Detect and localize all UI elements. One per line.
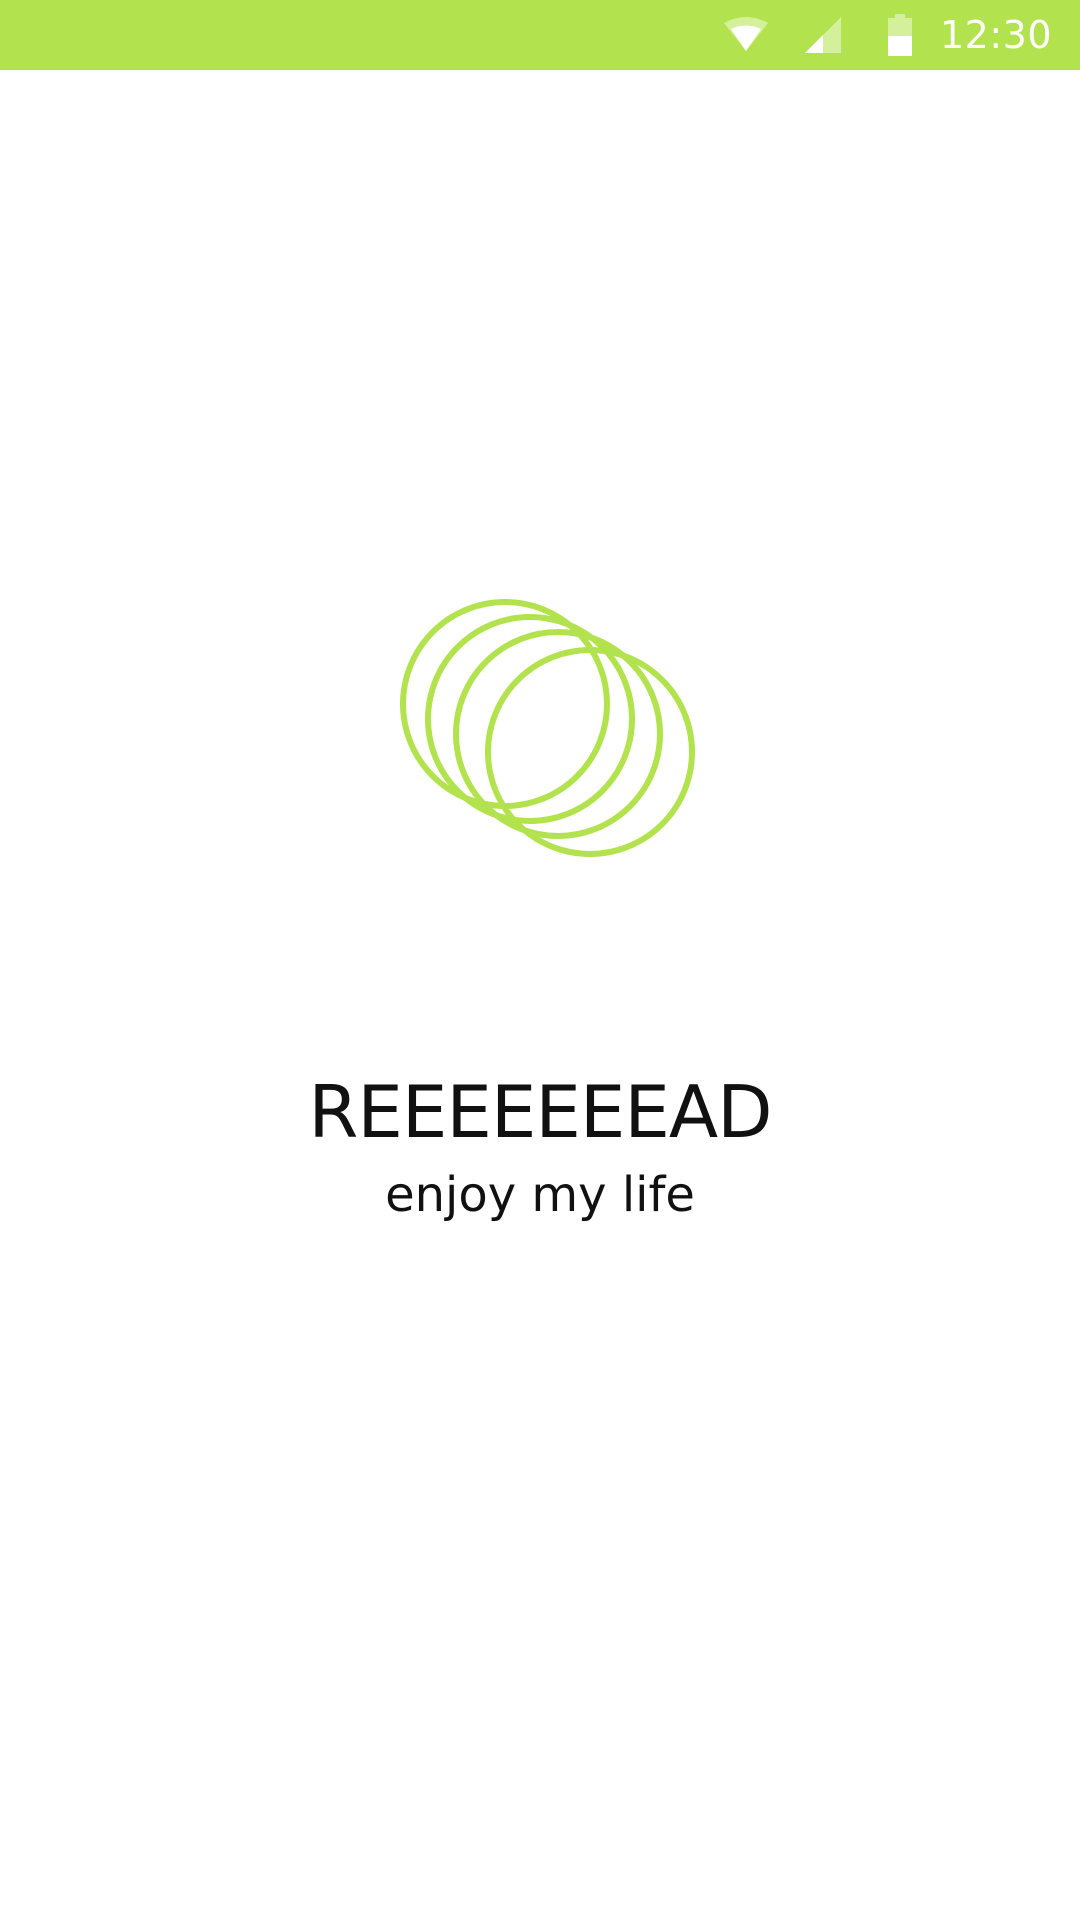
status-bar: 12:30 (0, 0, 1080, 70)
app-tagline: enjoy my life (385, 1167, 695, 1223)
rings-logo-icon (400, 599, 695, 857)
cellular-signal-icon (796, 0, 850, 70)
wifi-icon (718, 0, 774, 70)
status-clock: 12:30 (939, 13, 1052, 57)
app-title: REEEEEEEAD (308, 1070, 772, 1154)
battery-icon (880, 0, 920, 70)
splash-screen: 12:30 REEEEEEEAD enjoy my life (0, 0, 1080, 1920)
